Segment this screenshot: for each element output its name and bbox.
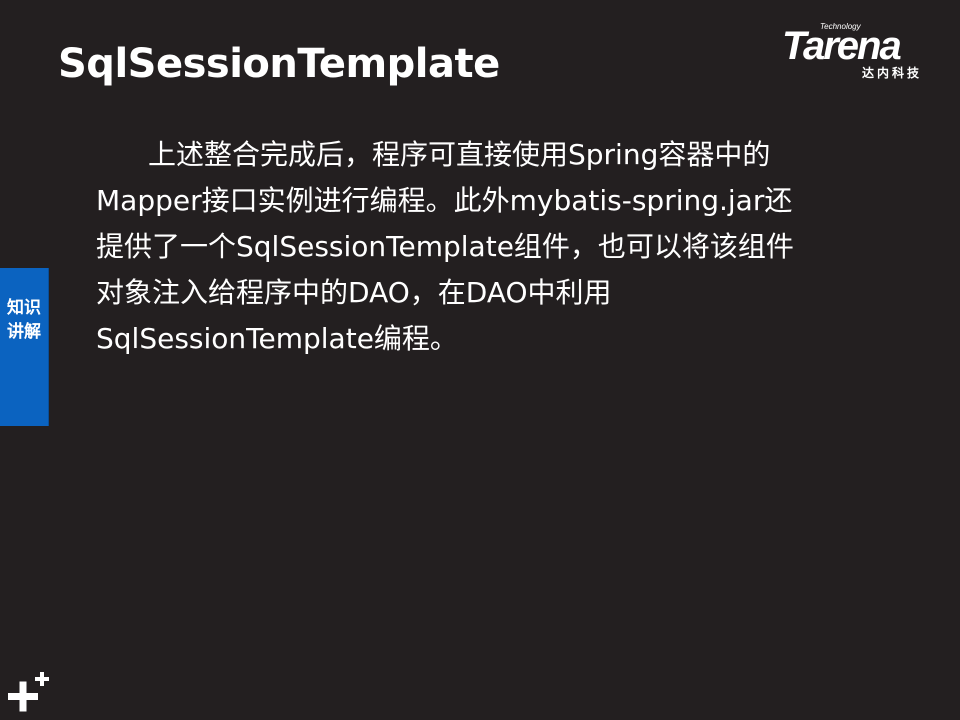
logo-chinese-name: 达内科技 — [862, 66, 923, 80]
slide-title: SqlSessionTemplate — [58, 41, 500, 87]
logo-wordmark: Tarena — [782, 24, 902, 68]
body-paragraph: 上述整合完成后，程序可直接使用Spring容器中的 Mapper接口实例进行编程… — [96, 132, 896, 362]
body-line: SqlSessionTemplate编程。 — [96, 322, 458, 355]
section-tab-label: 知识讲解 — [7, 298, 41, 342]
tarena-logo: Technology Tarena 达内科技 — [782, 22, 946, 84]
body-line: 提供了一个SqlSessionTemplate组件，也可以将该组件 — [96, 230, 794, 263]
body-line: 上述整合完成后，程序可直接使用Spring容器中的 — [148, 138, 771, 171]
slide: SqlSessionTemplate Technology Tarena 达内科… — [0, 0, 960, 720]
body-line: 对象注入给程序中的DAO，在DAO中利用 — [96, 276, 612, 309]
plus-icon — [6, 670, 52, 716]
section-tab: 知识讲解 — [0, 268, 48, 426]
body-line: Mapper接口实例进行编程。此外mybatis-spring.jar还 — [96, 184, 793, 217]
